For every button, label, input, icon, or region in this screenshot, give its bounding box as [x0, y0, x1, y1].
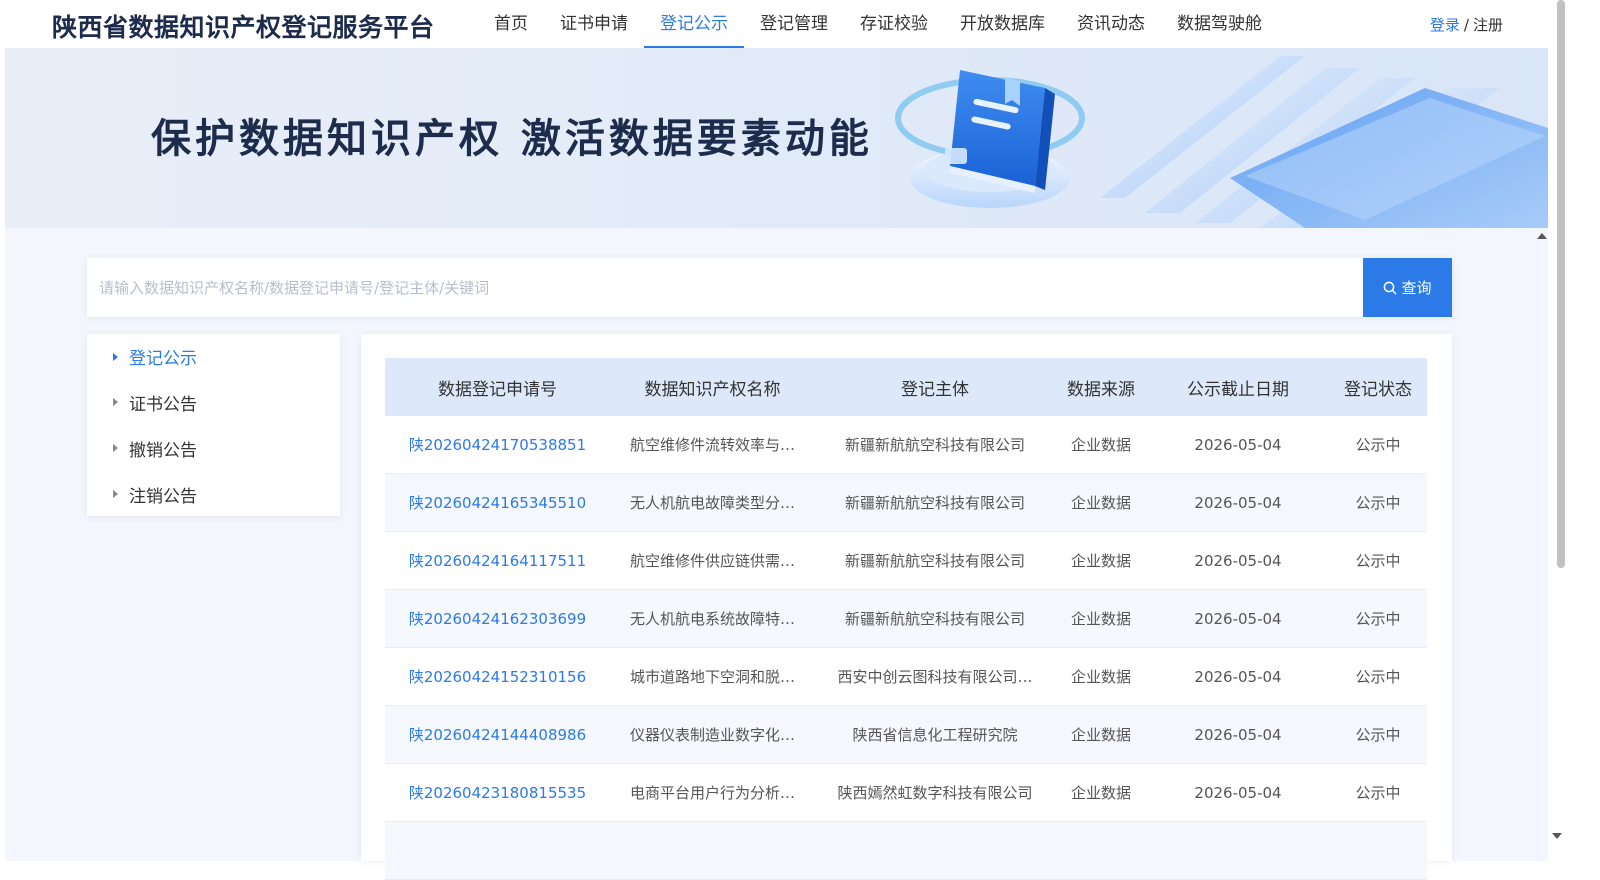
- table-row[interactable]: 陕20260424144408986 仪器仪表制造业数字化转型… 陕西省信息化工…: [385, 706, 1427, 764]
- banner-slogan: 保护数据知识产权 激活数据要素动能: [151, 116, 873, 162]
- ip-name-cell: 航空维修件供应链供需匹配…: [630, 552, 815, 570]
- search-bar: 查询: [87, 258, 1452, 317]
- table-row[interactable]: 陕20260424165345510 无人机航电故障类型分布与… 新疆新航航空科…: [385, 474, 1427, 532]
- main-area: 查询 登记公示 证书公告 撤销公告 注销公告 数据登记申请号 数据知识产权名称 …: [5, 228, 1548, 880]
- nav-item-registration-publicity[interactable]: 登记公示: [644, 0, 744, 48]
- application-no-link[interactable]: 陕20260423180815535: [385, 782, 610, 803]
- main-nav: 首页 证书申请 登记公示 登记管理 存证校验 开放数据库 资讯动态 数据驾驶舱: [478, 0, 1278, 48]
- scroll-down-arrow-icon[interactable]: [1552, 833, 1562, 839]
- application-no-link[interactable]: 陕20260424165345510: [385, 492, 610, 513]
- status-cell: 公示中: [1355, 726, 1401, 744]
- nav-item-open-database[interactable]: 开放数据库: [944, 0, 1061, 48]
- column-header-application-no: 数据登记申请号: [438, 379, 557, 400]
- table-row[interactable]: 陕20260424152310156 城市道路地下空洞和脱空雷… 西安中创云图科…: [385, 648, 1427, 706]
- source-cell: 企业数据: [1070, 494, 1131, 512]
- table-row[interactable]: 陕20260424162303699 无人机航电系统故障特征提… 新疆新航航空科…: [385, 590, 1427, 648]
- auth-separator: /: [1463, 16, 1469, 34]
- application-no-link[interactable]: 陕20260424164117511: [385, 550, 610, 571]
- status-cell: 公示中: [1355, 552, 1401, 570]
- sidebar-item-label: 证书公告: [129, 394, 197, 415]
- source-cell: 企业数据: [1070, 610, 1131, 628]
- status-cell: 公示中: [1355, 610, 1401, 628]
- deadline-cell: 2026-05-04: [1194, 783, 1282, 802]
- entity-cell: 新疆新航航空科技有限公司: [844, 494, 1025, 512]
- caret-right-icon: [113, 444, 118, 452]
- search-input[interactable]: [87, 258, 1362, 317]
- column-header-deadline: 公示截止日期: [1187, 379, 1289, 400]
- table-row-partial: [385, 822, 1427, 880]
- sidebar-item-cancellation-notice[interactable]: 注销公告: [87, 471, 340, 517]
- page-scrollbar[interactable]: [1549, 0, 1569, 861]
- entity-cell: 新疆新航航空科技有限公司: [844, 610, 1025, 628]
- status-cell: 公示中: [1355, 784, 1401, 802]
- ip-name-cell: 仪器仪表制造业数字化转型…: [630, 726, 815, 744]
- entity-cell: 陕西省信息化工程研究院: [852, 726, 1018, 744]
- deadline-cell: 2026-05-04: [1194, 667, 1282, 686]
- column-header-entity: 登记主体: [901, 379, 969, 400]
- entity-cell: 西安中创云图科技有限公司…: [837, 668, 1033, 686]
- application-no-link[interactable]: 陕20260424144408986: [385, 724, 610, 745]
- ip-name-cell: 城市道路地下空洞和脱空雷…: [630, 668, 815, 686]
- nav-item-news[interactable]: 资讯动态: [1061, 0, 1161, 48]
- scroll-up-arrow-icon[interactable]: [1537, 233, 1547, 239]
- table-row[interactable]: 陕20260424164117511 航空维修件供应链供需匹配… 新疆新航航空科…: [385, 532, 1427, 590]
- deadline-cell: 2026-05-04: [1194, 725, 1282, 744]
- source-cell: 企业数据: [1070, 552, 1131, 570]
- nav-item-evidence-verify[interactable]: 存证校验: [844, 0, 944, 48]
- table-row[interactable]: 陕20260423180815535 电商平台用户行为分析数据集 陕西嫣然虹数字…: [385, 764, 1427, 822]
- source-cell: 企业数据: [1070, 726, 1131, 744]
- ip-name-cell: 航空维修件流转效率与供应…: [630, 436, 815, 454]
- table-header: 数据登记申请号 数据知识产权名称 登记主体 数据来源 公示截止日期 登记状态: [385, 358, 1427, 416]
- nav-item-data-cockpit[interactable]: 数据驾驶舱: [1161, 0, 1278, 48]
- sidebar-item-label: 注销公告: [129, 486, 197, 507]
- entity-cell: 新疆新航航空科技有限公司: [844, 552, 1025, 570]
- auth-links: 登录 / 注册: [1430, 14, 1503, 35]
- search-button-label: 查询: [1401, 279, 1432, 297]
- source-cell: 企业数据: [1070, 784, 1131, 802]
- login-link[interactable]: 登录: [1430, 16, 1460, 34]
- sidebar: 登记公示 证书公告 撤销公告 注销公告: [87, 334, 340, 516]
- sidebar-item-label: 登记公示: [129, 349, 197, 369]
- source-cell: 企业数据: [1070, 668, 1131, 686]
- application-no-link[interactable]: 陕20260424170538851: [385, 434, 610, 455]
- ip-name-cell: 无人机航电故障类型分布与…: [630, 494, 815, 512]
- scrollbar-thumb[interactable]: [1557, 0, 1565, 568]
- column-header-ip-name: 数据知识产权名称: [644, 379, 781, 400]
- application-no-link[interactable]: 陕20260424162303699: [385, 608, 610, 629]
- entity-cell: 陕西嫣然虹数字科技有限公司: [837, 784, 1033, 802]
- nav-item-registration-management[interactable]: 登记管理: [744, 0, 844, 48]
- entity-cell: 新疆新航航空科技有限公司: [844, 436, 1025, 454]
- publicity-table: 数据登记申请号 数据知识产权名称 登记主体 数据来源 公示截止日期 登记状态 陕…: [385, 358, 1427, 880]
- site-title[interactable]: 陕西省数据知识产权登记服务平台: [52, 8, 435, 44]
- column-header-source: 数据来源: [1067, 379, 1135, 400]
- sidebar-item-registration-publicity[interactable]: 登记公示: [87, 334, 340, 379]
- column-header-status: 登记状态: [1344, 379, 1412, 400]
- caret-right-icon: [113, 352, 118, 361]
- sidebar-item-certificate-notice[interactable]: 证书公告: [87, 379, 340, 425]
- ip-name-cell: 电商平台用户行为分析数据集: [630, 784, 815, 802]
- status-cell: 公示中: [1355, 436, 1401, 454]
- application-no-link[interactable]: 陕20260424152310156: [385, 666, 610, 687]
- status-cell: 公示中: [1355, 668, 1401, 686]
- hero-banner: 保护数据知识产权 激活数据要素动能: [5, 48, 1548, 228]
- table-row[interactable]: 陕20260424170538851 航空维修件流转效率与供应… 新疆新航航空科…: [385, 416, 1427, 474]
- search-button[interactable]: 查询: [1363, 258, 1452, 317]
- deadline-cell: 2026-05-04: [1194, 435, 1282, 454]
- register-link[interactable]: 注册: [1473, 16, 1503, 34]
- caret-right-icon: [113, 490, 118, 498]
- deadline-cell: 2026-05-04: [1194, 493, 1282, 512]
- sidebar-item-revocation-notice[interactable]: 撤销公告: [87, 425, 340, 471]
- status-cell: 公示中: [1355, 494, 1401, 512]
- nav-item-certificate-apply[interactable]: 证书申请: [544, 0, 644, 48]
- deadline-cell: 2026-05-04: [1194, 551, 1282, 570]
- top-header: 陕西省数据知识产权登记服务平台 首页 证书申请 登记公示 登记管理 存证校验 开…: [0, 0, 1585, 48]
- source-cell: 企业数据: [1070, 436, 1131, 454]
- deadline-cell: 2026-05-04: [1194, 609, 1282, 628]
- search-icon: [1384, 281, 1397, 294]
- nav-item-home[interactable]: 首页: [478, 0, 544, 48]
- content-panel: 数据登记申请号 数据知识产权名称 登记主体 数据来源 公示截止日期 登记状态 陕…: [361, 334, 1452, 880]
- ip-name-cell: 无人机航电系统故障特征提…: [630, 610, 815, 628]
- caret-right-icon: [113, 398, 118, 406]
- sidebar-item-label: 撤销公告: [129, 440, 197, 461]
